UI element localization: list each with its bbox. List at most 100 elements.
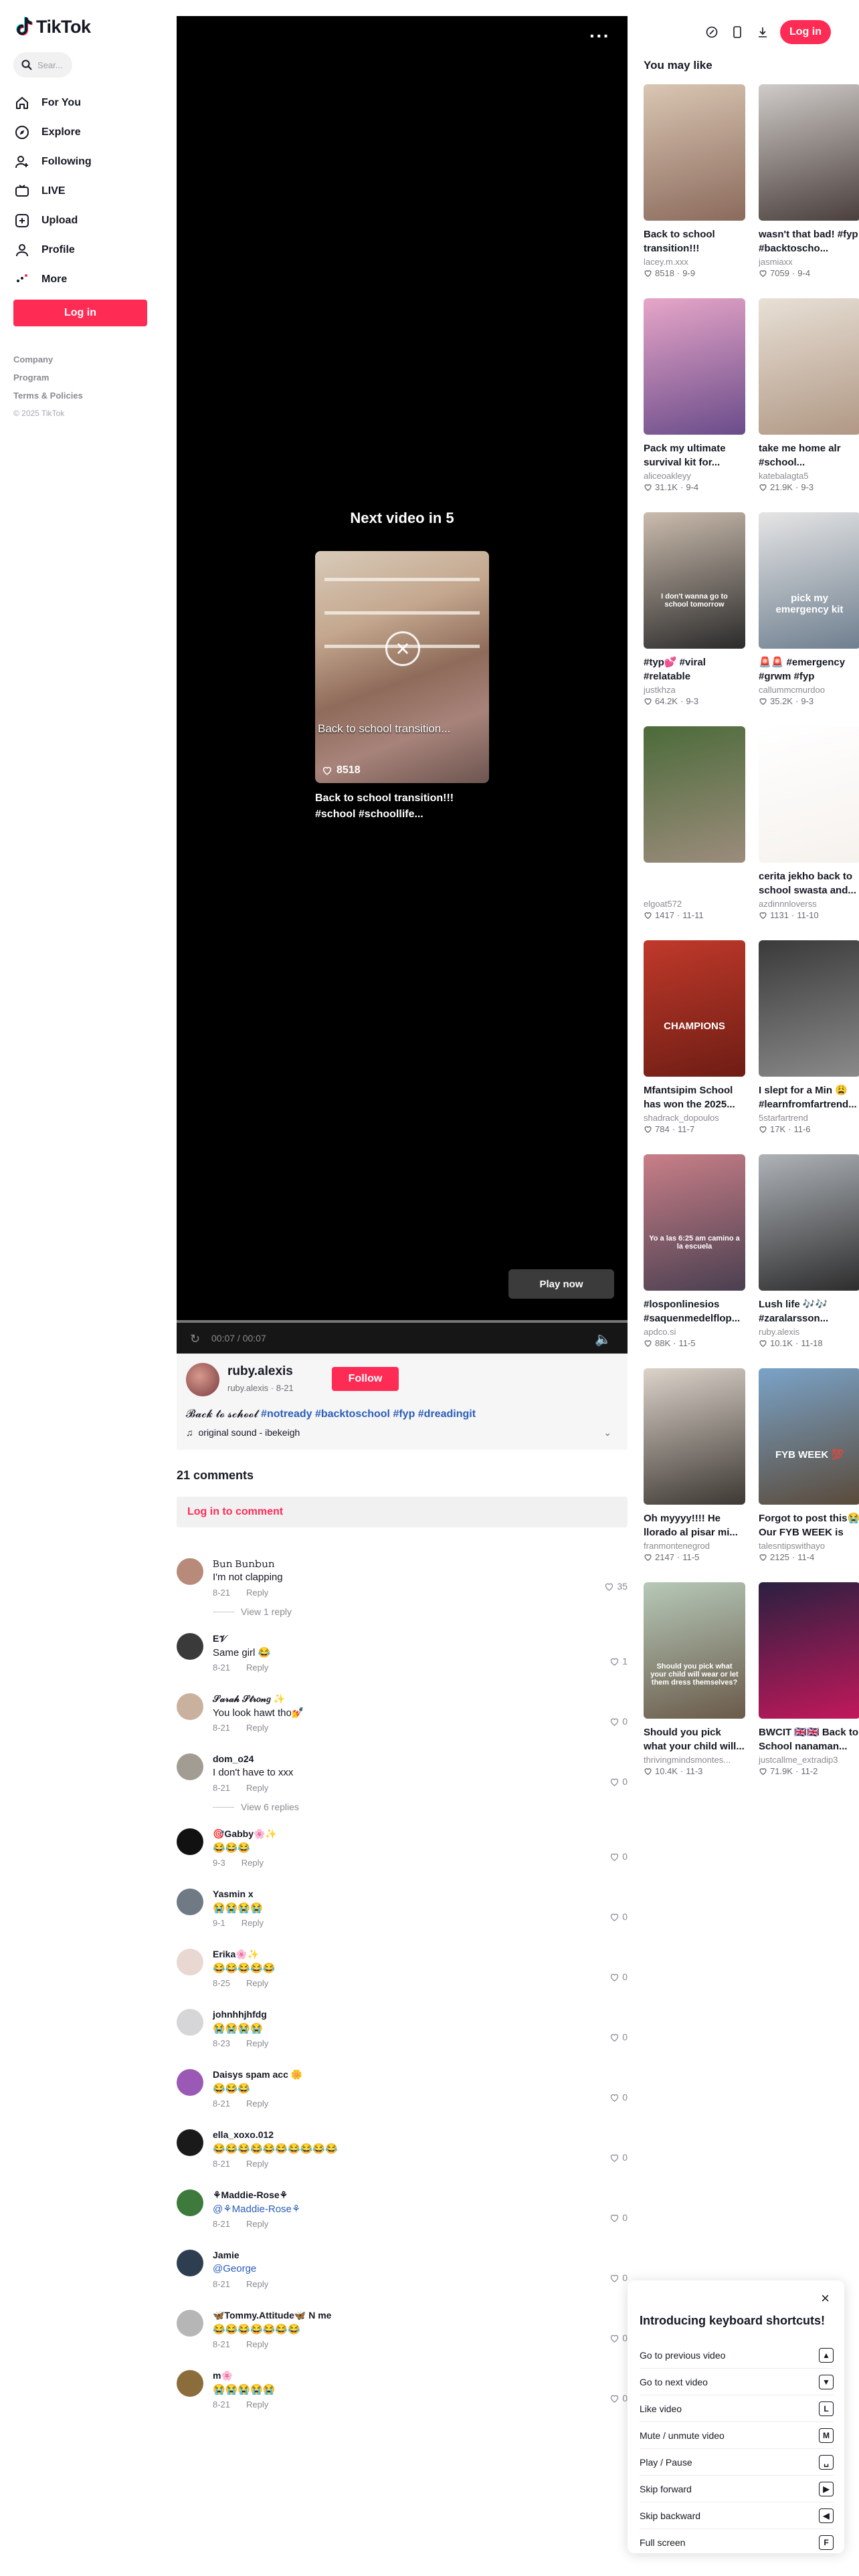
search-input[interactable]	[37, 60, 68, 70]
video-author[interactable]: jasmiaxx	[759, 257, 859, 267]
video-thumbnail[interactable]	[644, 298, 745, 435]
comment-author[interactable]: 𝙱𝚞𝚗 𝙱𝚞𝚗𝚋𝚞𝚗	[213, 1558, 275, 1570]
more-options-button[interactable]: ···	[589, 25, 610, 47]
nav-item-following[interactable]: Following	[13, 147, 161, 177]
reply-button[interactable]: Reply	[246, 1783, 268, 1793]
download-icon[interactable]	[755, 24, 771, 40]
comment-author[interactable]: Yasmin x	[213, 1889, 254, 1899]
avatar[interactable]	[177, 2310, 203, 2337]
recommended-video[interactable]: wasn't that bad! #fyp #backtoscho... jas…	[759, 84, 859, 278]
reply-button[interactable]: Reply	[246, 2159, 268, 2169]
video-author[interactable]: thrivingmindsmontes...	[644, 1755, 745, 1765]
comment-like-button[interactable]: 0	[609, 2092, 628, 2103]
nav-item-for-you[interactable]: For You	[13, 88, 161, 118]
comment-like-button[interactable]: 0	[609, 1776, 628, 1787]
reply-button[interactable]: Reply	[242, 1918, 264, 1928]
reply-button[interactable]: Reply	[246, 1978, 268, 1988]
login-to-comment-button[interactable]: Log in to comment	[177, 1497, 628, 1527]
comment-like-button[interactable]: 35	[604, 1581, 628, 1592]
comment-like-button[interactable]: 0	[609, 2272, 628, 2283]
video-author[interactable]: justcallme_extradip3	[759, 1755, 859, 1765]
reply-button[interactable]: Reply	[246, 2219, 268, 2229]
comment-author[interactable]: ella_xoxo.012	[213, 2129, 274, 2140]
volume-icon[interactable]: 🔈	[595, 1331, 611, 1348]
comment-author[interactable]: E𝒱	[213, 1633, 227, 1644]
reply-button[interactable]: Reply	[246, 2038, 268, 2048]
comment-like-button[interactable]: 0	[609, 2152, 628, 2163]
comment-author[interactable]: ⚘Maddie-Rose⚘	[213, 2189, 288, 2201]
recommended-video[interactable]: I don't wanna go to school tomorrow #typ…	[644, 512, 745, 706]
avatar[interactable]	[177, 1889, 203, 1915]
video-thumbnail[interactable]: Yo a las 6:25 am camino a la escuela	[644, 1154, 745, 1291]
avatar[interactable]	[186, 1363, 219, 1396]
sidebar-login-button[interactable]: Log in	[13, 300, 147, 326]
comment-author[interactable]: Erika🌸✨	[213, 1949, 259, 1960]
recommended-video[interactable]: Oh myyyy!!!! He llorado al pisar mi... f…	[644, 1368, 745, 1562]
avatar[interactable]	[177, 2370, 203, 2397]
video-author[interactable]: katebalagta5	[759, 471, 859, 481]
video-thumbnail[interactable]: FYB WEEK 💯	[759, 1368, 859, 1505]
nav-item-profile[interactable]: Profile	[13, 235, 161, 265]
video-author[interactable]: shadrack_dopoulos	[644, 1113, 745, 1123]
avatar[interactable]	[177, 1558, 203, 1585]
comment-like-button[interactable]: 0	[609, 2393, 628, 2403]
avatar[interactable]	[177, 2069, 203, 2096]
progress-bar[interactable]	[177, 1320, 628, 1323]
comment-like-button[interactable]: 0	[609, 1911, 628, 1922]
avatar[interactable]	[177, 2009, 203, 2036]
replay-icon[interactable]: ↻	[190, 1332, 200, 1346]
search-box[interactable]	[13, 52, 72, 78]
recommended-video[interactable]: cerita jekho back to school swasta and..…	[759, 726, 859, 920]
comment-author[interactable]: dom_o24	[213, 1753, 254, 1764]
comment-author[interactable]: johnhhjhfdg	[213, 2009, 267, 2020]
next-video-title[interactable]: Back to school transition!!! #school #sc…	[315, 790, 496, 823]
video-author[interactable]: aliceoakleyy	[644, 471, 745, 481]
recommended-video[interactable]: I slept for a Min 😩 #learnfromfartrend..…	[759, 940, 859, 1134]
reply-button[interactable]: Reply	[246, 1662, 268, 1673]
comment-author[interactable]: 🎯Gabby🌸✨	[213, 1828, 277, 1840]
recommended-video[interactable]: CHAMPIONS Mfantsipim School has won the …	[644, 940, 745, 1134]
chevron-down-icon[interactable]: ⌄	[603, 1427, 611, 1438]
reply-button[interactable]: Reply	[246, 2399, 268, 2409]
sparkle-icon[interactable]	[704, 24, 720, 40]
video-thumbnail[interactable]	[759, 298, 859, 435]
reply-button[interactable]: Reply	[246, 1588, 268, 1598]
video-thumbnail[interactable]	[759, 1154, 859, 1291]
avatar[interactable]	[177, 1693, 203, 1720]
video-author[interactable]: lacey.m.xxx	[644, 257, 745, 267]
video-thumbnail[interactable]	[759, 1582, 859, 1719]
tiktok-logo[interactable]: TikTok	[15, 16, 91, 37]
view-replies-button[interactable]: View 6 replies	[213, 1802, 299, 1812]
avatar[interactable]	[177, 2250, 203, 2276]
video-author[interactable]: callummcmurdoo	[759, 685, 859, 695]
close-icon[interactable]: ×	[821, 2290, 830, 2307]
nav-item-explore[interactable]: Explore	[13, 118, 161, 147]
recommended-video[interactable]: Yo a las 6:25 am camino a la escuela #lo…	[644, 1154, 745, 1348]
video-author[interactable]: franmontenegrod	[644, 1541, 745, 1551]
recommended-video[interactable]: FYB WEEK 💯 Forgot to post this😭 Our FYB …	[759, 1368, 859, 1562]
comment-like-button[interactable]: 0	[609, 2333, 628, 2343]
avatar[interactable]	[177, 1633, 203, 1660]
comment-author[interactable]: 𝒮𝒶𝓇𝒶𝒽 𝒮𝓉𝓇𝑜𝓃𝑔 ✨	[213, 1693, 285, 1705]
hashtags[interactable]: #notready #backtoschool #fyp #dreadingit	[261, 1408, 476, 1420]
video-thumbnail[interactable]	[759, 84, 859, 221]
video-thumbnail[interactable]	[644, 726, 745, 863]
reply-button[interactable]: Reply	[246, 2339, 268, 2349]
avatar[interactable]	[177, 1949, 203, 1975]
video-thumbnail[interactable]	[644, 84, 745, 221]
avatar[interactable]	[177, 1753, 203, 1780]
view-replies-button[interactable]: View 1 reply	[213, 1606, 292, 1617]
nav-item-live[interactable]: LIVE	[13, 177, 161, 206]
avatar[interactable]	[177, 1828, 203, 1855]
recommended-video[interactable]: pick my emergency kit 🚨🚨 #emergency #grw…	[759, 512, 859, 706]
author-name[interactable]: ruby.alexis	[227, 1364, 293, 1379]
video-thumbnail[interactable]: I don't wanna go to school tomorrow	[644, 512, 745, 649]
recommended-video[interactable]: Should you pick what your child will wea…	[644, 1582, 745, 1776]
video-thumbnail[interactable]: pick my emergency kit	[759, 512, 859, 649]
play-now-button[interactable]: Play now	[508, 1269, 614, 1299]
cancel-autoplay-icon[interactable]: ×	[385, 631, 420, 666]
video-thumbnail[interactable]: CHAMPIONS	[644, 940, 745, 1077]
reply-button[interactable]: Reply	[242, 1858, 264, 1868]
recommended-video[interactable]: BWCIT 🇬🇧🇬🇧 Back to School nanaman... jus…	[759, 1582, 859, 1776]
comment-author[interactable]: Jamie	[213, 2250, 240, 2260]
